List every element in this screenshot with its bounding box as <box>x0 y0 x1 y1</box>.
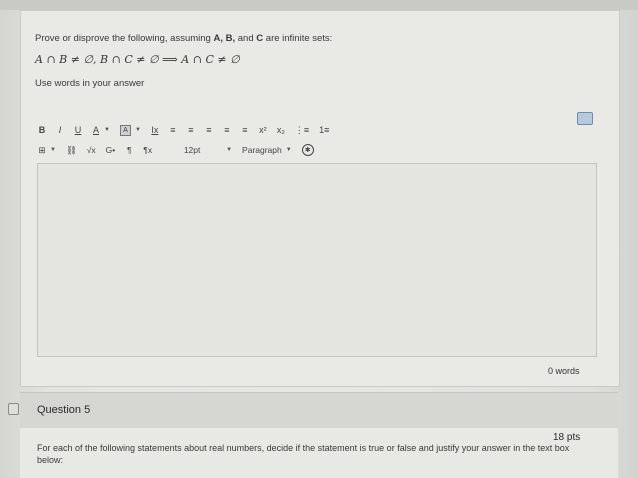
chevron-down-icon[interactable]: ▼ <box>286 147 292 153</box>
superscript-button[interactable]: x² <box>259 124 267 136</box>
editor-toolbar-row-1: B I U A ▼ A ▼ Ix ≡ ≡ ≡ ≡ ≡ x² x₂ ⋮≡ 1≡ <box>38 123 329 137</box>
text-color-button[interactable]: A <box>92 124 100 136</box>
italic-button[interactable]: I <box>56 124 64 136</box>
set-statement: A ∩ B ≠ ∅, B ∩ C ≠ ∅ ⟹ A ∩ C ≠ ∅ <box>35 53 240 66</box>
question-5-text: For each of the following statements abo… <box>37 443 570 465</box>
ltr-paragraph-button[interactable]: ¶ <box>125 144 133 156</box>
accessibility-icon[interactable]: ✱ <box>301 144 314 156</box>
paragraph-format-select[interactable]: Paragraph <box>242 144 282 156</box>
subscript-button[interactable]: x₂ <box>277 124 285 136</box>
prompt-suffix: are infinite sets: <box>263 33 333 44</box>
keyboard-shortcut-icon[interactable] <box>577 112 593 125</box>
answer-hint: Use words in your answer <box>35 78 145 89</box>
chevron-down-icon[interactable]: ▼ <box>135 127 141 133</box>
align-center-button[interactable]: ≡ <box>187 124 195 136</box>
question-5-header <box>20 392 618 430</box>
table-icon[interactable]: ⊞ <box>38 144 46 156</box>
question-prompt: Prove or disprove the following, assumin… <box>35 33 332 44</box>
prompt-vars: A, B, <box>213 33 236 44</box>
word-count: 0 words <box>548 366 580 376</box>
answer-editor[interactable] <box>37 163 597 357</box>
editor-toolbar-row-2: ⊞ ▼ ⛓ √x G• ¶ ¶x 12pt ▼ Paragraph ▼ ✱ <box>38 143 314 157</box>
align-left-button[interactable]: ≡ <box>169 124 177 136</box>
prompt-text: Prove or disprove the following, assumin… <box>35 33 214 44</box>
prompt-and: and <box>235 33 257 44</box>
numbered-list-button[interactable]: 1≡ <box>319 124 329 136</box>
quiz-page: Prove or disprove the following, assumin… <box>0 0 638 478</box>
bullet-list-button[interactable]: ⋮≡ <box>295 124 309 136</box>
indent-button[interactable]: ≡ <box>223 124 231 136</box>
underline-button[interactable]: U <box>74 124 82 136</box>
outdent-button[interactable]: ≡ <box>241 124 249 136</box>
chevron-down-icon[interactable]: ▼ <box>104 127 110 133</box>
chevron-down-icon[interactable]: ▼ <box>50 147 56 153</box>
background-color-button[interactable]: A <box>119 124 131 136</box>
question-5-title: Question 5 <box>37 404 91 416</box>
font-size-select[interactable]: 12pt <box>162 144 222 156</box>
align-right-button[interactable]: ≡ <box>205 124 213 136</box>
link-icon[interactable]: ⛓ <box>66 144 77 156</box>
clear-formatting-button[interactable]: Ix <box>151 124 159 136</box>
rtl-paragraph-button[interactable]: ¶x <box>143 144 152 156</box>
previous-question-header <box>0 0 638 10</box>
embed-icon[interactable]: G• <box>106 144 116 156</box>
flag-question-icon[interactable] <box>8 403 19 415</box>
equation-button[interactable]: √x <box>87 144 96 156</box>
bold-button[interactable]: B <box>38 124 46 136</box>
chevron-down-icon[interactable]: ▼ <box>226 147 232 153</box>
